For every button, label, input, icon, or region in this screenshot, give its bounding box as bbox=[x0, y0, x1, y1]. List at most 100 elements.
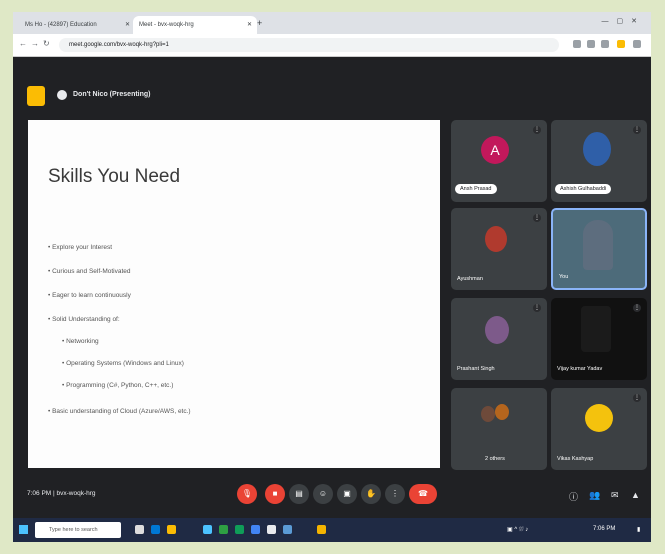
mic-off-icon: ⋮ bbox=[533, 304, 541, 312]
present-button[interactable]: ▣ bbox=[337, 484, 357, 504]
avatar bbox=[481, 406, 495, 422]
app-icon[interactable] bbox=[283, 525, 292, 534]
shared-slide: Skills You Need Explore your Interest Cu… bbox=[28, 120, 440, 468]
chat-icon[interactable]: ✉ bbox=[611, 490, 619, 501]
extension-icon[interactable] bbox=[573, 40, 581, 48]
participant-tile[interactable]: 2 others bbox=[451, 388, 547, 470]
participant-tile[interactable]: ⋮ A Ansh Prasad bbox=[451, 120, 547, 202]
meet-header: Don't Nico (Presenting) bbox=[13, 78, 651, 114]
app-icon[interactable] bbox=[317, 525, 326, 534]
file-explorer-icon[interactable] bbox=[167, 525, 176, 534]
presenting-label: Don't Nico (Presenting) bbox=[73, 91, 151, 98]
activities-icon[interactable]: ▲ bbox=[631, 490, 640, 500]
tab-label: Ms Ho - (42897) Education bbox=[25, 22, 97, 28]
tab-label: Meet - bvx-woqk-hrg bbox=[139, 22, 194, 28]
participant-tile-speaking[interactable]: You bbox=[551, 208, 647, 290]
participant-name: Ashish Gulhabaddi bbox=[555, 184, 612, 194]
slide-sub-bullet: Programming (C#, Python, C++, etc.) bbox=[62, 382, 173, 389]
slide-bullet: Eager to learn continuously bbox=[48, 292, 131, 299]
mic-off-icon: ⋮ bbox=[633, 126, 641, 134]
tray-icons[interactable]: ▣ ^ ⛆ ♪ bbox=[507, 526, 528, 534]
avatar bbox=[485, 316, 509, 344]
avatar bbox=[485, 226, 507, 252]
meeting-controls-bar: 7:06 PM | bvx-woqk-hrg 🎙 ■ ▤ ☺ ▣ ✋ ⋮ ☎ ⓘ… bbox=[13, 474, 651, 516]
slide-title: Skills You Need bbox=[48, 166, 181, 187]
mic-off-icon: ⋮ bbox=[633, 304, 641, 312]
windows-taskbar: Type here to search ▣ ^ ⛆ ♪ 7:06 PM ▮ bbox=[13, 518, 651, 542]
menu-icon[interactable] bbox=[633, 40, 641, 48]
presenting-icon bbox=[57, 90, 67, 100]
avatar bbox=[583, 220, 613, 270]
more-options-button[interactable]: ⋮ bbox=[385, 484, 405, 504]
reactions-button[interactable]: ☺ bbox=[313, 484, 333, 504]
avatar bbox=[583, 132, 611, 166]
mic-off-icon: 🎙 bbox=[241, 489, 253, 498]
camera-toggle-button[interactable]: ■ bbox=[265, 484, 285, 504]
captions-icon: ▤ bbox=[295, 489, 303, 498]
taskbar-search-input[interactable]: Type here to search bbox=[35, 522, 121, 538]
task-view-icon[interactable] bbox=[135, 525, 144, 534]
leave-call-button[interactable]: ☎ bbox=[409, 484, 437, 504]
slide-bullet: Solid Understanding of: bbox=[48, 316, 120, 323]
taskbar-clock: 7:06 PM bbox=[593, 526, 616, 532]
mic-off-icon: ⋮ bbox=[533, 214, 541, 222]
participant-name: 2 others bbox=[485, 456, 505, 462]
participant-name: Ansh Prasad bbox=[455, 184, 497, 194]
app-icon[interactable] bbox=[219, 525, 228, 534]
edge-icon[interactable] bbox=[151, 525, 160, 534]
more-vert-icon: ⋮ bbox=[391, 489, 399, 498]
avatar bbox=[581, 306, 611, 352]
close-icon[interactable]: ✕ bbox=[125, 16, 130, 34]
slide-sub-bullet: Operating Systems (Windows and Linux) bbox=[62, 360, 184, 367]
avatar: A bbox=[481, 136, 509, 164]
participant-tile[interactable]: ⋮ Ayushman bbox=[451, 208, 547, 290]
mic-off-icon: ⋮ bbox=[533, 126, 541, 134]
close-icon[interactable]: ✕ bbox=[247, 16, 252, 34]
participant-tile[interactable]: ⋮ Prashant Singh bbox=[451, 298, 547, 380]
participant-tile[interactable]: ⋮ Ashish Gulhabaddi bbox=[551, 120, 647, 202]
people-icon[interactable]: 👥 bbox=[589, 490, 600, 501]
mic-toggle-button[interactable]: 🎙 bbox=[237, 484, 257, 504]
meet-logo-icon bbox=[27, 86, 45, 106]
slide-sub-bullet: Networking bbox=[62, 338, 99, 345]
new-tab-icon[interactable]: + bbox=[257, 18, 262, 28]
chrome-icon[interactable] bbox=[251, 525, 260, 534]
profile-icon[interactable] bbox=[617, 40, 625, 48]
app-icon[interactable] bbox=[235, 525, 244, 534]
avatar bbox=[585, 404, 613, 432]
participant-tile[interactable]: ⋮ Vikas Kashyap bbox=[551, 388, 647, 470]
slide-bullet: Basic understanding of Cloud (Azure/AWS,… bbox=[48, 408, 191, 415]
notification-icon[interactable]: ▮ bbox=[637, 526, 640, 533]
browser-tab[interactable]: Ms Ho - (42897) Education ✕ bbox=[19, 16, 135, 34]
reload-icon[interactable]: ↻ bbox=[43, 39, 50, 48]
slide-bullet: Explore your Interest bbox=[48, 244, 112, 251]
forward-icon[interactable]: → bbox=[31, 39, 39, 48]
browser-tab-active[interactable]: Meet - bvx-woqk-hrg ✕ bbox=[133, 16, 257, 34]
hand-icon: ✋ bbox=[366, 489, 376, 498]
participant-name: Vijay kumar Yadav bbox=[557, 366, 603, 372]
participant-name: You bbox=[559, 274, 569, 280]
extension-icon[interactable] bbox=[587, 40, 595, 48]
present-icon: ▣ bbox=[343, 489, 351, 498]
captions-button[interactable]: ▤ bbox=[289, 484, 309, 504]
address-bar: ← → ↻ meet.google.com/bvx-woqk-hrg?pli=1 bbox=[13, 34, 651, 57]
camera-off-icon: ■ bbox=[272, 489, 278, 498]
back-icon[interactable]: ← bbox=[19, 39, 27, 48]
mic-off-icon: ⋮ bbox=[633, 394, 641, 402]
browser-tab-bar: Ms Ho - (42897) Education ✕ Meet - bvx-w… bbox=[13, 12, 651, 34]
participant-name: Prashant Singh bbox=[457, 366, 495, 372]
meeting-time-code: 7:06 PM | bvx-woqk-hrg bbox=[27, 490, 96, 497]
info-icon[interactable]: ⓘ bbox=[569, 490, 578, 503]
avatar bbox=[495, 404, 509, 420]
extension-icon[interactable] bbox=[601, 40, 609, 48]
app-icon[interactable] bbox=[203, 525, 212, 534]
windows-start-icon[interactable] bbox=[19, 525, 28, 534]
window-controls[interactable]: —▢✕ bbox=[602, 17, 645, 25]
participant-name: Vikas Kashyap bbox=[557, 456, 594, 462]
raise-hand-button[interactable]: ✋ bbox=[361, 484, 381, 504]
app-icon[interactable] bbox=[267, 525, 276, 534]
participant-tile[interactable]: ⋮ Vijay kumar Yadav bbox=[551, 298, 647, 380]
screen: Ms Ho - (42897) Education ✕ Meet - bvx-w… bbox=[13, 12, 651, 542]
slide-bullet: Curious and Self-Motivated bbox=[48, 268, 130, 275]
url-field[interactable]: meet.google.com/bvx-woqk-hrg?pli=1 bbox=[59, 38, 559, 52]
